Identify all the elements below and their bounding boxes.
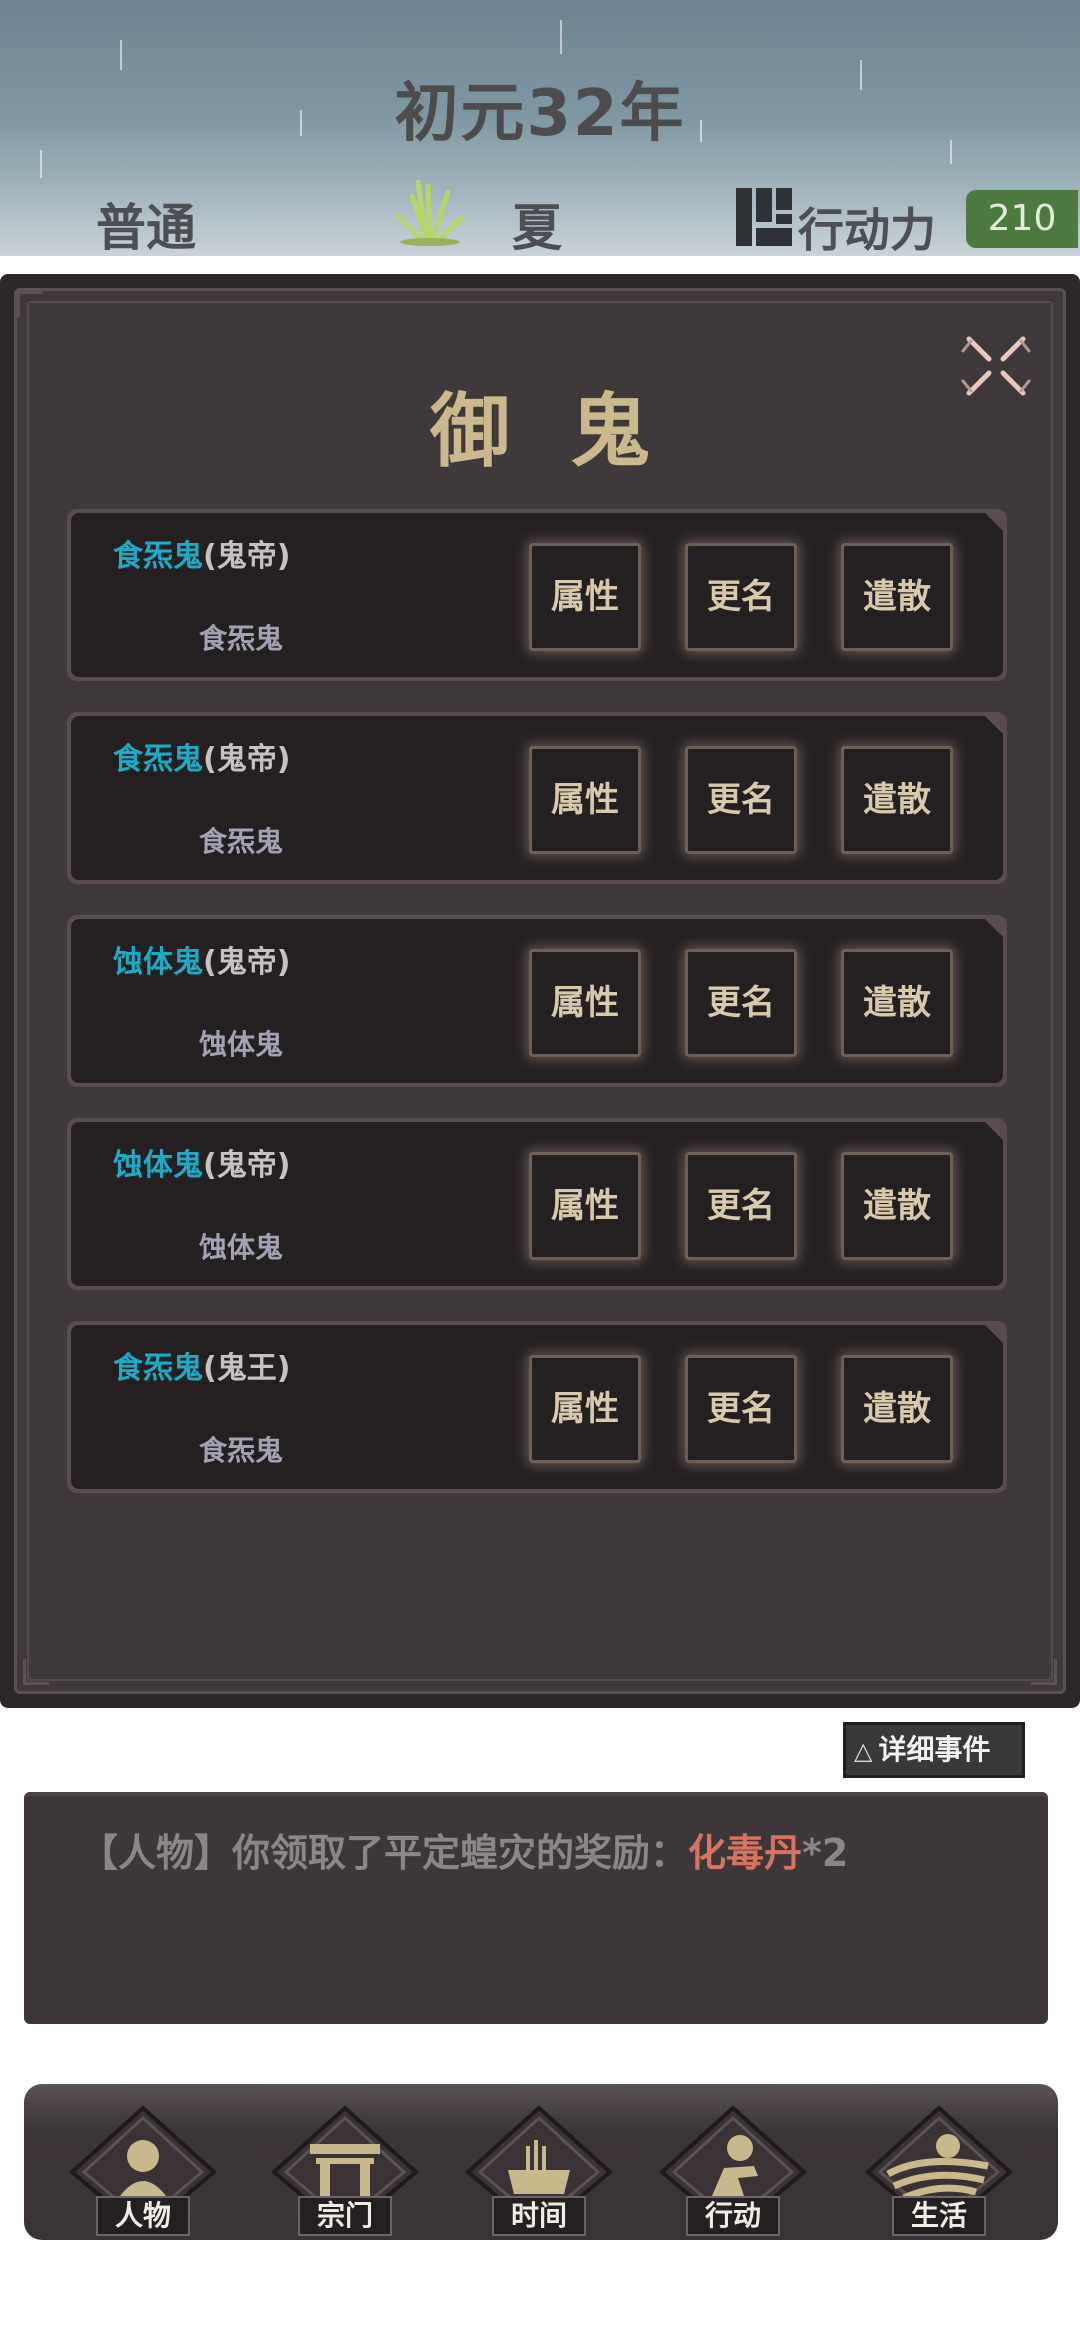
grass-icon: [395, 179, 465, 246]
ghost-type: 蚀体鬼: [199, 1231, 284, 1264]
ghost-card-body: 食炁鬼(鬼帝) 食炁鬼 属性 更名 遣散: [71, 513, 1003, 677]
attributes-button[interactable]: 属性: [529, 1152, 641, 1260]
ghost-card: 蚀体鬼(鬼帝) 蚀体鬼 属性 更名 遣散: [67, 1118, 1007, 1290]
frame-corner: [17, 291, 43, 317]
nav-label: 生活: [892, 2196, 986, 2236]
dialog-panel: 御鬼 食炁鬼(鬼帝) 食炁鬼 属性 更名 遣散 食炁鬼(鬼帝) 食炁鬼 属性 更…: [14, 288, 1066, 1694]
attributes-button[interactable]: 属性: [529, 543, 641, 651]
event-log-entry: 【人物】你领取了平定蝗灾的奖励：化毒丹*2: [80, 1822, 992, 1877]
ghost-type: 食炁鬼: [199, 825, 284, 858]
dismiss-button[interactable]: 遣散: [841, 543, 953, 651]
reward-quantity: *2: [802, 1831, 849, 1875]
ghost-card: 蚀体鬼(鬼帝) 蚀体鬼 属性 更名 遣散: [67, 915, 1007, 1087]
difficulty-label: 普通: [96, 199, 196, 256]
dismiss-button[interactable]: 遣散: [841, 1355, 953, 1463]
rename-button[interactable]: 更名: [685, 746, 797, 854]
ghost-name-line: 蚀体鬼(鬼帝): [113, 937, 290, 981]
nav-label: 行动: [686, 2196, 780, 2236]
ghost-card: 食炁鬼(鬼王) 食炁鬼 属性 更名 遣散: [67, 1321, 1007, 1493]
ghost-type: 蚀体鬼: [199, 1028, 284, 1061]
ghost-name: 食炁鬼: [113, 742, 203, 777]
event-log: 【人物】你领取了平定蝗灾的奖励：化毒丹*2: [24, 1792, 1048, 2024]
season-label: 夏: [512, 199, 562, 256]
ghost-name-line: 食炁鬼(鬼王): [113, 1343, 290, 1387]
ghost-card: 食炁鬼(鬼帝) 食炁鬼 属性 更名 遣散: [67, 509, 1007, 681]
ghost-name-line: 食炁鬼(鬼帝): [113, 531, 290, 575]
nav-life[interactable]: 生活: [864, 2104, 1014, 2240]
ghost-card-body: 蚀体鬼(鬼帝) 蚀体鬼 属性 更名 遣散: [71, 919, 1003, 1083]
nav-action[interactable]: 行动: [658, 2104, 808, 2240]
nav-label: 宗门: [298, 2196, 392, 2236]
dialog-title: 御鬼: [430, 385, 710, 478]
ghost-name-line: 食炁鬼(鬼帝): [113, 734, 290, 778]
ghost-type: 食炁鬼: [199, 1434, 284, 1467]
rename-button[interactable]: 更名: [685, 1355, 797, 1463]
event-text: 【人物】你领取了平定蝗灾的奖励：: [80, 1831, 689, 1875]
ghost-card-body: 食炁鬼(鬼帝) 食炁鬼 属性 更名 遣散: [71, 716, 1003, 880]
action-points-label: 行动力: [798, 203, 936, 256]
attributes-button[interactable]: 属性: [529, 746, 641, 854]
ghost-name: 蚀体鬼: [113, 1148, 203, 1183]
blocks-icon: [736, 188, 792, 246]
ghost-name: 蚀体鬼: [113, 945, 203, 980]
rename-button[interactable]: 更名: [685, 949, 797, 1057]
dismiss-button[interactable]: 遣散: [841, 1152, 953, 1260]
attributes-button[interactable]: 属性: [529, 1355, 641, 1463]
ghost-type: 食炁鬼: [199, 622, 284, 655]
detail-events-label: 详细事件: [878, 1733, 991, 1766]
triangle-up-icon: △: [854, 1737, 873, 1765]
top-status-bar: 初元32年 普通 夏 行动力 210: [0, 0, 1080, 256]
ghost-rank: (鬼王): [203, 1351, 291, 1386]
rename-button[interactable]: 更名: [685, 543, 797, 651]
frame-corner: [23, 1659, 49, 1685]
year-display: 初元32年: [394, 77, 686, 151]
action-points-value: 210: [966, 190, 1078, 248]
ghost-card-body: 食炁鬼(鬼王) 食炁鬼 属性 更名 遣散: [71, 1325, 1003, 1489]
dismiss-button[interactable]: 遣散: [841, 949, 953, 1057]
detail-events-button[interactable]: △ 详细事件: [843, 1722, 1025, 1778]
ghost-card: 食炁鬼(鬼帝) 食炁鬼 属性 更名 遣散: [67, 712, 1007, 884]
ghost-rank: (鬼帝): [203, 539, 291, 574]
ghost-rank: (鬼帝): [203, 945, 291, 980]
rename-button[interactable]: 更名: [685, 1152, 797, 1260]
ghost-name: 食炁鬼: [113, 539, 203, 574]
ghost-rank: (鬼帝): [203, 1148, 291, 1183]
nav-person[interactable]: 人物: [68, 2104, 218, 2240]
nav-label: 人物: [96, 2196, 190, 2236]
rain-streak: [40, 150, 42, 178]
ghost-list: 食炁鬼(鬼帝) 食炁鬼 属性 更名 遣散 食炁鬼(鬼帝) 食炁鬼 属性 更名 遣…: [67, 509, 1007, 1524]
dismiss-button[interactable]: 遣散: [841, 746, 953, 854]
nav-label: 时间: [492, 2196, 586, 2236]
reward-item: 化毒丹: [688, 1831, 803, 1875]
ghost-name-line: 蚀体鬼(鬼帝): [113, 1140, 290, 1184]
ghost-name: 食炁鬼: [113, 1351, 203, 1386]
frame-corner: [1031, 1659, 1057, 1685]
attributes-button[interactable]: 属性: [529, 949, 641, 1057]
rain-streak: [560, 20, 562, 54]
ghost-rank: (鬼帝): [203, 742, 291, 777]
ghost-control-dialog: 御鬼 食炁鬼(鬼帝) 食炁鬼 属性 更名 遣散 食炁鬼(鬼帝) 食炁鬼 属性 更…: [0, 274, 1080, 1708]
nav-time[interactable]: 时间: [464, 2104, 614, 2240]
nav-sect[interactable]: 宗门: [270, 2104, 420, 2240]
ghost-card-body: 蚀体鬼(鬼帝) 蚀体鬼 属性 更名 遣散: [71, 1122, 1003, 1286]
